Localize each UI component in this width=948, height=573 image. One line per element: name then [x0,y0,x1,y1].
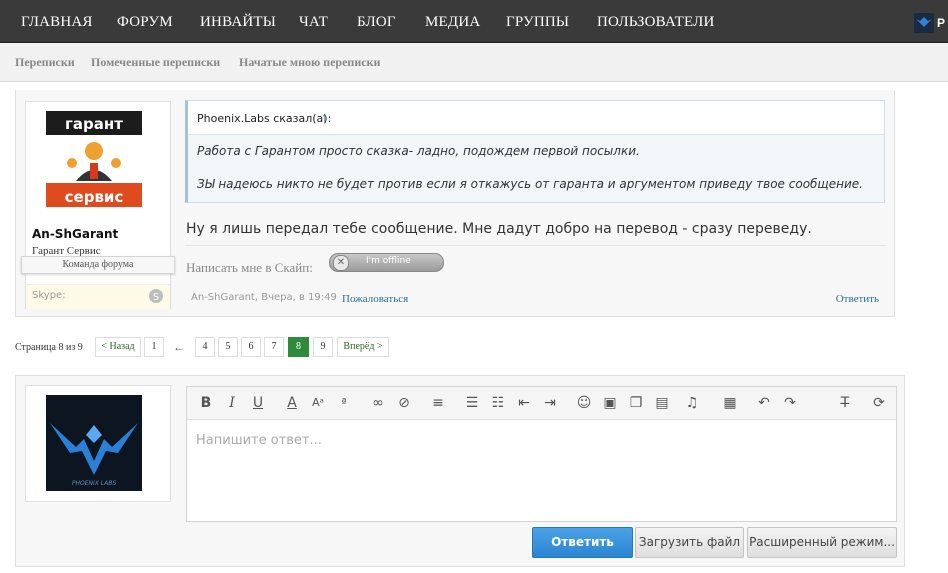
nav-item-users[interactable]: ПОЛЬЗОВАТЕЛИ [597,0,715,42]
quote-line-2: ЗЫ надеюсь никто не будет против если я … [197,177,863,191]
skype-status-label: I'm offline [366,256,411,266]
nav-item-forum[interactable]: ФОРУМ [117,0,173,42]
advanced-mode-button[interactable]: Расширенный режим... [747,527,897,558]
skype-field: Skype: S [26,284,170,309]
nav-item-chat[interactable]: ЧАТ [299,0,328,42]
nav-item-invites[interactable]: ИНВАЙТЫ [200,0,276,42]
page-next-button[interactable]: Вперёд > [337,337,389,357]
reply-placeholder: Напишите ответ... [196,433,322,448]
skype-status-button[interactable]: ✕ I'm offline [329,253,444,272]
music-icon[interactable]: ♫ [684,395,700,411]
subnav-started-by-me[interactable]: Начатые мною переписки [239,55,380,70]
page-button-9[interactable]: 9 [313,337,333,357]
svg-text:S: S [153,292,159,303]
page-skip-arrow[interactable]: ← [173,340,185,354]
avatar-text-bottom: сервис [65,188,124,206]
submit-reply-button[interactable]: Ответить [532,527,633,558]
page-button-5[interactable]: 5 [218,337,238,357]
nav-item-groups[interactable]: ГРУППЫ [506,0,569,42]
remove-format-icon[interactable]: T̶ [837,395,853,411]
font-size-icon[interactable]: Aᵃ [310,395,326,411]
reply-link[interactable]: Ответить [836,293,879,305]
message-text: Ну я лишь передал тебе сообщение. Мне да… [186,221,812,237]
skype-label: Skype: [32,290,66,301]
corner-letter: P [937,16,945,30]
quote-header: Phoenix.Labs сказал(а): ↑ [188,101,884,135]
page-button-1[interactable]: 1 [144,337,164,357]
font-family-icon[interactable]: ª [336,395,352,411]
staff-badge: Команда форума [21,256,175,274]
reply-editor[interactable]: B I U A Aᵃ ª ∞ ⊘ ≡ ☰ ☷ ⇤ ⇥ ☺ ▣ ❐ ▤ ♫ ▦ ↶… [186,386,897,522]
page-button-4[interactable]: 4 [195,337,215,357]
subnav-starred[interactable]: Помеченные переписки [91,55,220,70]
report-link[interactable]: Пожаловаться [342,293,408,305]
avatar-caption: PHOENIX LABS [72,480,116,487]
save-draft-icon[interactable]: ▦ [722,395,738,411]
nav-item-blog[interactable]: БЛОГ [357,0,396,42]
numbered-list-icon[interactable]: ☷ [490,395,506,411]
nav-item-media[interactable]: МЕДИА [425,0,480,42]
offline-icon: ✕ [333,255,349,271]
upload-file-button[interactable]: Загрузить файл [635,527,744,558]
own-avatar[interactable]: PHOENIX LABS [46,395,142,491]
text-color-icon[interactable]: A [284,395,300,411]
quote-jump-arrow-icon[interactable]: ↑ [321,109,328,125]
username[interactable]: An-ShGarant [32,227,118,241]
underline-icon[interactable]: U [250,395,266,411]
outdent-icon[interactable]: ⇤ [516,395,532,411]
smilie-icon[interactable]: ☺ [576,395,592,411]
toggle-bbcode-icon[interactable]: ⟳ [871,395,887,411]
page-button-6[interactable]: 6 [241,337,261,357]
image-icon[interactable]: ▣ [602,395,618,411]
page-button-current[interactable]: 8 [288,337,309,357]
signature-divider [185,245,885,246]
avatar-text-top: гарант [65,115,123,133]
user-card: гарант сервис An-ShGarant Гарант Сервис … [21,101,175,309]
page-button-7[interactable]: 7 [264,337,284,357]
quote-block: Phoenix.Labs сказал(а): ↑ Работа с Гаран… [185,100,885,203]
nav-item-home[interactable]: ГЛАВНАЯ [21,0,93,42]
reply-avatar-card: PHOENIX LABS [25,385,171,502]
insert-icon[interactable]: ▤ [654,395,670,411]
quick-reply: PHOENIX LABS B I U A Aᵃ ª ∞ ⊘ ≡ ☰ ☷ ⇤ ⇥ … [15,375,905,567]
undo-icon[interactable]: ↶ [756,395,772,411]
link-icon[interactable]: ∞ [370,395,386,411]
bold-icon[interactable]: B [198,395,214,411]
quote-author: Phoenix.Labs сказал(а): [197,112,332,125]
editor-toolbar: B I U A Aᵃ ª ∞ ⊘ ≡ ☰ ☷ ⇤ ⇥ ☺ ▣ ❐ ▤ ♫ ▦ ↶… [187,387,896,420]
page-indicator: Страница 8 из 9 [15,342,83,353]
indent-icon[interactable]: ⇥ [542,395,558,411]
post-meta: An-ShGarant, Вчера, в 19:49 [191,292,337,303]
unlink-icon[interactable]: ⊘ [396,395,412,411]
italic-icon[interactable]: I [224,395,240,411]
avatar[interactable]: гарант сервис [46,111,142,207]
redo-icon[interactable]: ↷ [782,395,798,411]
media-icon[interactable]: ❐ [628,395,644,411]
subnav-conversations[interactable]: Переписки [15,55,75,70]
signature-text: Написать мне в Скайп: [186,260,313,275]
quote-line-1: Работа с Гарантом просто сказка- ладно, … [197,144,640,158]
sub-navigation: Переписки Помеченные переписки Начатые м… [0,43,948,82]
align-icon[interactable]: ≡ [430,395,446,411]
user-avatar-mini[interactable]: P [914,13,948,33]
bullet-list-icon[interactable]: ☰ [464,395,480,411]
skype-icon[interactable]: S [148,288,164,304]
top-navigation: ГЛАВНАЯ ФОРУМ ИНВАЙТЫ ЧАТ БЛОГ МЕДИА ГРУ… [0,0,948,43]
message-post: гарант сервис An-ShGarant Гарант Сервис … [15,90,895,317]
page-prev-button[interactable]: < Назад [95,337,141,357]
